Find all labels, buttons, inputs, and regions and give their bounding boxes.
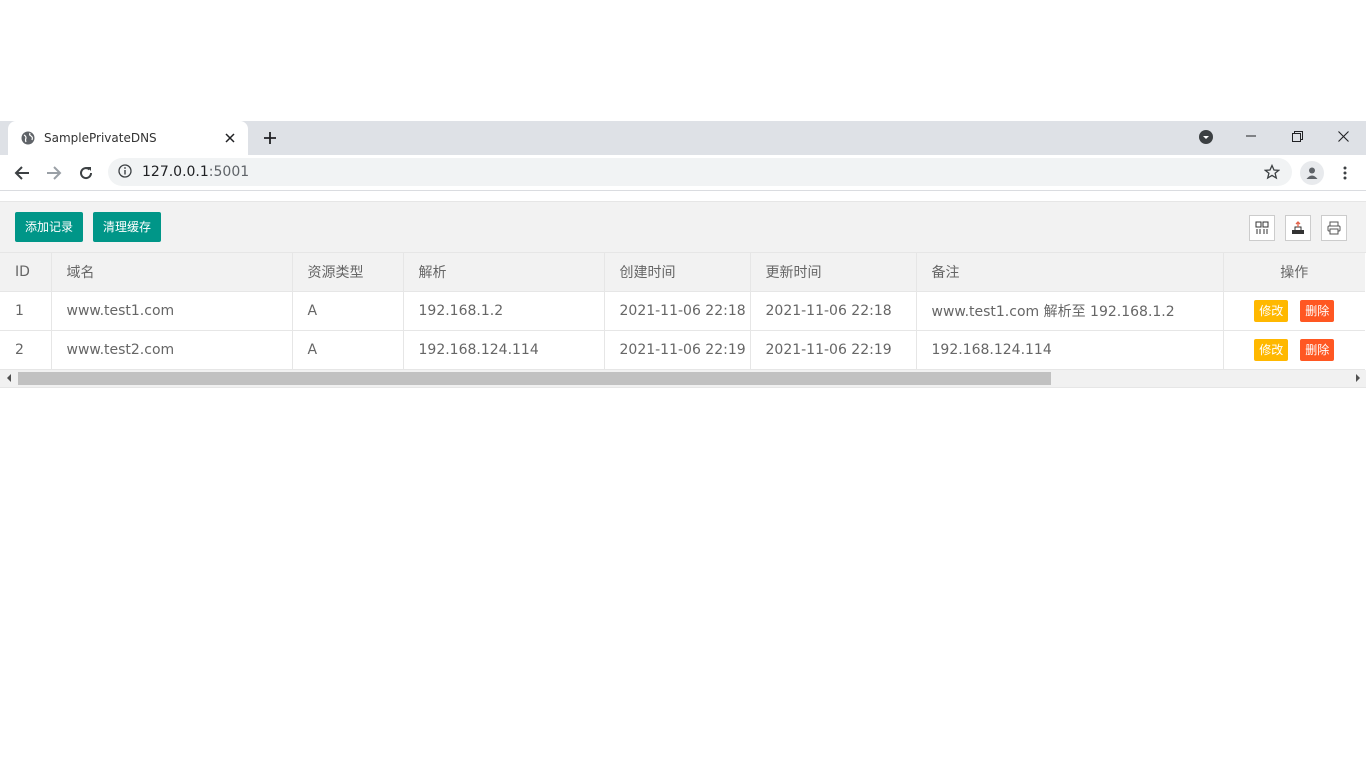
cell-domain: www.test2.com bbox=[51, 330, 293, 370]
add-record-button[interactable]: 添加记录 bbox=[15, 212, 84, 242]
table-toolbar: 添加记录 清理缓存 bbox=[0, 202, 1366, 253]
browser-menu-icon[interactable] bbox=[1336, 161, 1354, 185]
header-domain[interactable]: 域名 bbox=[51, 253, 293, 292]
delete-button[interactable]: 删除 bbox=[1300, 299, 1335, 322]
cell-updated: 2021-11-06 22:19 bbox=[750, 330, 917, 370]
print-icon[interactable] bbox=[1321, 215, 1347, 241]
cell-id: 2 bbox=[0, 330, 52, 370]
cell-type: A bbox=[292, 291, 404, 331]
table-row: 1 www.test1.com A 192.168.1.2 2021-11-06… bbox=[0, 291, 1365, 331]
tab-search-icon[interactable] bbox=[1198, 129, 1216, 147]
close-window-icon[interactable] bbox=[1320, 121, 1366, 151]
url-text: 127.0.0.1:5001 bbox=[142, 164, 249, 180]
header-type[interactable]: 资源类型 bbox=[292, 253, 404, 292]
cell-created: 2021-11-06 22:18 bbox=[604, 291, 751, 331]
header-created[interactable]: 创建时间 bbox=[604, 253, 751, 292]
cell-resolve: 192.168.1.2 bbox=[403, 291, 605, 331]
cell-type: A bbox=[292, 330, 404, 370]
page-content: 添加记录 清理缓存 ID 域名 资源类型 解析 创建时间 更新时间 备注 操作 … bbox=[0, 191, 1366, 388]
header-id[interactable]: ID bbox=[0, 253, 52, 292]
cell-id: 1 bbox=[0, 291, 52, 331]
scroll-right-icon[interactable] bbox=[1349, 370, 1366, 387]
header-updated[interactable]: 更新时间 bbox=[750, 253, 917, 292]
table-row: 2 www.test2.com A 192.168.124.114 2021-1… bbox=[0, 330, 1365, 370]
tab-title: SamplePrivateDNS bbox=[44, 131, 157, 145]
edit-button[interactable]: 修改 bbox=[1254, 299, 1289, 322]
forward-icon[interactable] bbox=[42, 161, 66, 185]
scroll-left-icon[interactable] bbox=[0, 370, 17, 387]
close-tab-icon[interactable] bbox=[222, 130, 238, 146]
browser-tabstrip: SamplePrivateDNS bbox=[0, 121, 1366, 155]
edit-button[interactable]: 修改 bbox=[1254, 338, 1289, 361]
cell-created: 2021-11-06 22:19 bbox=[604, 330, 751, 370]
profile-avatar-icon[interactable] bbox=[1300, 161, 1324, 185]
url-host: 127.0.0.1 bbox=[142, 164, 209, 180]
header-note[interactable]: 备注 bbox=[916, 253, 1224, 292]
new-tab-icon[interactable] bbox=[260, 128, 280, 148]
globe-icon bbox=[20, 130, 36, 146]
cell-note: www.test1.com 解析至 192.168.1.2 bbox=[916, 291, 1224, 331]
cell-ops: 修改 删除 bbox=[1223, 330, 1365, 370]
blank-area bbox=[0, 0, 1366, 121]
url-port: :5001 bbox=[208, 164, 250, 180]
table-header-row: ID 域名 资源类型 解析 创建时间 更新时间 备注 操作 bbox=[0, 253, 1365, 292]
back-icon[interactable] bbox=[10, 161, 34, 185]
header-ops: 操作 bbox=[1223, 253, 1365, 292]
browser-toolbar: 127.0.0.1:5001 bbox=[0, 155, 1366, 191]
dns-records-table: ID 域名 资源类型 解析 创建时间 更新时间 备注 操作 1 www.test… bbox=[0, 253, 1365, 370]
minimize-icon[interactable] bbox=[1228, 121, 1274, 151]
columns-filter-icon[interactable] bbox=[1249, 215, 1275, 241]
cell-updated: 2021-11-06 22:18 bbox=[750, 291, 917, 331]
cell-resolve: 192.168.124.114 bbox=[403, 330, 605, 370]
data-table-container: 添加记录 清理缓存 ID 域名 资源类型 解析 创建时间 更新时间 备注 操作 … bbox=[0, 201, 1366, 388]
bookmark-star-icon[interactable] bbox=[1263, 163, 1281, 180]
delete-button[interactable]: 删除 bbox=[1300, 338, 1335, 361]
horizontal-scrollbar[interactable] bbox=[0, 369, 1366, 387]
reload-icon[interactable] bbox=[74, 161, 98, 185]
header-resolve[interactable]: 解析 bbox=[403, 253, 605, 292]
cell-ops: 修改 删除 bbox=[1223, 291, 1365, 331]
export-icon[interactable] bbox=[1285, 215, 1311, 241]
cell-domain: www.test1.com bbox=[51, 291, 293, 331]
scrollbar-thumb[interactable] bbox=[18, 371, 1051, 385]
cell-note: 192.168.124.114 bbox=[916, 330, 1224, 370]
info-icon[interactable] bbox=[118, 163, 132, 182]
restore-icon[interactable] bbox=[1274, 121, 1320, 151]
address-bar[interactable]: 127.0.0.1:5001 bbox=[108, 158, 1292, 186]
clear-cache-button[interactable]: 清理缓存 bbox=[93, 212, 162, 242]
browser-tab[interactable]: SamplePrivateDNS bbox=[8, 121, 248, 155]
